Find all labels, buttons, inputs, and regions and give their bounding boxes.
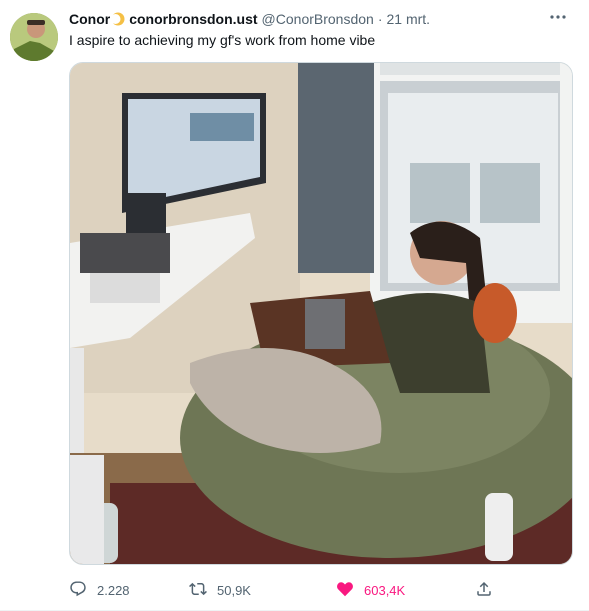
heart-icon (336, 580, 364, 601)
retweet-button[interactable]: 50,9K (189, 578, 251, 602)
more-icon[interactable] (549, 8, 567, 31)
separator: · (377, 11, 383, 27)
like-count: 603,4K (364, 582, 406, 598)
reply-count: 2.228 (97, 582, 130, 598)
author-name[interactable]: Conor (69, 11, 110, 27)
display-handle[interactable]: conorbronsdon.ust (129, 11, 257, 27)
avatar[interactable] (10, 13, 58, 61)
retweet-count: 50,9K (217, 582, 251, 598)
tweet-header: Conor conorbronsdon.ust @ConorBronsdon ·… (69, 9, 569, 29)
reply-button[interactable]: 2.228 (69, 578, 130, 602)
like-button[interactable]: 603,4K (336, 578, 405, 602)
retweet-icon (189, 580, 217, 601)
tweet-date[interactable]: 21 mrt. (387, 11, 431, 27)
share-icon (475, 580, 503, 601)
share-button[interactable] (475, 578, 503, 602)
tweet-card[interactable]: Conor conorbronsdon.ust @ConorBronsdon ·… (0, 0, 589, 611)
moon-emoji-icon (110, 12, 125, 26)
tweet-actions: 2.228 50,9K 603,4K (69, 578, 509, 602)
tweet-photo[interactable] (69, 62, 573, 565)
reply-icon (69, 580, 97, 601)
tweet-text: I aspire to achieving my gf's work from … (69, 32, 376, 48)
username[interactable]: @ConorBronsdon (262, 11, 374, 27)
